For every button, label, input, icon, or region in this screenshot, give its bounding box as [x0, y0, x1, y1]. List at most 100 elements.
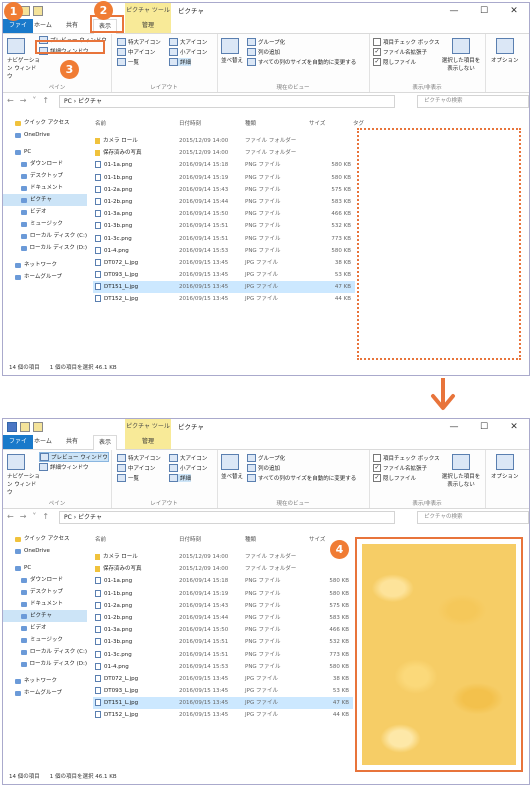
- group-button[interactable]: グループ化: [247, 38, 285, 46]
- hide-selected-button[interactable]: 選択した項目を 表示しない: [441, 38, 481, 72]
- file-row[interactable]: DT072_L.jpg 2016/09/15 13:45 JPG ファイル 38 KB: [93, 257, 355, 269]
- hide-selected-button[interactable]: 選択した項目を 表示しない: [441, 454, 481, 488]
- layout-extra_large-button[interactable]: 特大アイコン: [117, 38, 161, 46]
- file-row[interactable]: カメラ ロール 2015/12/09 14:00 ファイル フォルダー: [93, 551, 353, 563]
- group-button[interactable]: グループ化: [247, 454, 285, 462]
- column-header-name[interactable]: 名前: [95, 117, 106, 131]
- file-row[interactable]: DT093_L.jpg 2016/09/15 13:45 JPG ファイル 53 KB: [93, 685, 353, 697]
- sidebar-item[interactable]: ローカル ディスク (C:): [3, 230, 87, 242]
- file-row[interactable]: 01-1a.png 2016/09/14 15:18 PNG ファイル 580 KB: [93, 575, 353, 587]
- tab-1[interactable]: ホーム: [29, 19, 57, 33]
- address-path[interactable]: PC › ピクチャ: [59, 511, 395, 524]
- file-row[interactable]: 01-3c.png 2016/09/14 15:51 PNG ファイル 773 KB: [93, 649, 353, 661]
- sidebar-item[interactable]: デスクトップ: [3, 170, 87, 182]
- column-header-type[interactable]: 種類: [245, 533, 256, 547]
- options-button[interactable]: オプション: [491, 38, 519, 64]
- sidebar-item[interactable]: PC: [3, 562, 87, 574]
- file-row[interactable]: DT093_L.jpg 2016/09/15 13:45 JPG ファイル 53 KB: [93, 269, 355, 281]
- layout-large-button[interactable]: 大アイコン: [169, 454, 207, 462]
- hidden-checkbox[interactable]: ✓ 隠しファイル: [373, 58, 416, 66]
- file-ext-checkbox[interactable]: ✓ ファイル名拡張子: [373, 48, 427, 56]
- sidebar-item[interactable]: ホームグループ: [3, 271, 87, 283]
- sidebar-item[interactable]: ホームグループ: [3, 687, 87, 699]
- layout-list-button[interactable]: 一覧: [117, 474, 139, 482]
- file-row[interactable]: DT072_L.jpg 2016/09/15 13:45 JPG ファイル 38 KB: [93, 673, 353, 685]
- options-button[interactable]: オプション: [491, 454, 519, 480]
- sidebar-item[interactable]: ビデオ: [3, 622, 87, 634]
- file-row[interactable]: 01-2b.png 2016/09/14 15:44 PNG ファイル 583 KB: [93, 612, 353, 624]
- column-header-date[interactable]: 日付時刻: [179, 117, 201, 131]
- file-row[interactable]: 01-1a.png 2016/09/14 15:18 PNG ファイル 580 KB: [93, 159, 355, 171]
- sidebar-item[interactable]: OneDrive: [3, 545, 87, 557]
- file-row[interactable]: 01-2b.png 2016/09/14 15:44 PNG ファイル 583 KB: [93, 196, 355, 208]
- file-row[interactable]: 01-4.png 2016/09/14 15:53 PNG ファイル 580 KB: [93, 661, 353, 673]
- layout-medium-button[interactable]: 中アイコン: [117, 464, 155, 472]
- item-check-checkbox[interactable]: 項目チェック ボックス: [373, 454, 440, 462]
- sidebar-item[interactable]: ローカル ディスク (C:): [3, 646, 87, 658]
- file-row[interactable]: 01-3c.png 2016/09/14 15:51 PNG ファイル 773 KB: [93, 233, 355, 245]
- column-header-name[interactable]: 名前: [95, 533, 106, 547]
- search-input[interactable]: ピクチャの検索: [417, 511, 529, 524]
- file-row[interactable]: 01-3a.png 2016/09/14 15:50 PNG ファイル 466 KB: [93, 208, 355, 220]
- sidebar-item[interactable]: ピクチャ: [3, 610, 87, 622]
- column-header-type[interactable]: 種類: [245, 117, 256, 131]
- file-row[interactable]: DT152_L.jpg 2016/09/15 13:45 JPG ファイル 44 KB: [93, 709, 353, 721]
- file-row[interactable]: 01-4.png 2016/09/14 15:53 PNG ファイル 580 KB: [93, 245, 355, 257]
- sidebar-item[interactable]: ドキュメント: [3, 598, 87, 610]
- tab-2[interactable]: 共有: [61, 435, 83, 449]
- maximize-button[interactable]: ☐: [469, 419, 499, 435]
- up-arrow-icon[interactable]: ↑: [42, 96, 49, 105]
- layout-list-button[interactable]: 一覧: [117, 58, 139, 66]
- nav-pane-button[interactable]: ナビゲーション ウィンドウ: [7, 454, 41, 496]
- sidebar-item[interactable]: クイック アクセス: [3, 533, 87, 545]
- chevron-down-icon[interactable]: ˅: [32, 96, 36, 105]
- file-row[interactable]: カメラ ロール 2015/12/09 14:00 ファイル フォルダー: [93, 135, 355, 147]
- file-row[interactable]: DT152_L.jpg 2016/09/15 13:45 JPG ファイル 44 KB: [93, 293, 355, 305]
- column-header-date[interactable]: 日付時刻: [179, 533, 201, 547]
- file-row[interactable]: 01-3a.png 2016/09/14 15:50 PNG ファイル 466 KB: [93, 624, 353, 636]
- sidebar-item[interactable]: ミュージック: [3, 218, 87, 230]
- layout-small-button[interactable]: 小アイコン: [169, 48, 207, 56]
- sidebar-item[interactable]: ダウンロード: [3, 574, 87, 586]
- close-button[interactable]: ✕: [499, 419, 529, 435]
- sidebar-item[interactable]: ドキュメント: [3, 182, 87, 194]
- layout-medium-button[interactable]: 中アイコン: [117, 48, 155, 56]
- up-arrow-icon[interactable]: ↑: [42, 512, 49, 521]
- folder-icon[interactable]: [33, 422, 43, 432]
- layout-details-button[interactable]: 詳細: [169, 474, 192, 482]
- file-row[interactable]: 01-3b.png 2016/09/14 15:51 PNG ファイル 532 KB: [93, 636, 353, 648]
- hidden-checkbox[interactable]: ✓ 隠しファイル: [373, 474, 416, 482]
- file-row[interactable]: 01-1b.png 2016/09/14 15:19 PNG ファイル 580 KB: [93, 588, 353, 600]
- item-check-checkbox[interactable]: 項目チェック ボックス: [373, 38, 440, 46]
- address-path[interactable]: PC › ピクチャ: [59, 95, 395, 108]
- back-arrow-icon[interactable]: ←: [7, 96, 14, 105]
- tab-2[interactable]: 共有: [61, 19, 83, 33]
- minimize-button[interactable]: —: [439, 3, 469, 19]
- column-header-size[interactable]: サイズ: [309, 533, 325, 547]
- sidebar-item[interactable]: ビデオ: [3, 206, 87, 218]
- sidebar-item[interactable]: ローカル ディスク (D:): [3, 242, 87, 254]
- layout-small-button[interactable]: 小アイコン: [169, 464, 207, 472]
- search-input[interactable]: ピクチャの検索: [417, 95, 529, 108]
- sidebar-item[interactable]: ピクチャ: [3, 194, 87, 206]
- file-row[interactable]: 01-2a.png 2016/09/14 15:43 PNG ファイル 575 KB: [93, 600, 353, 612]
- sidebar-item[interactable]: ネットワーク: [3, 675, 87, 687]
- sidebar-item[interactable]: ミュージック: [3, 634, 87, 646]
- column-header-size[interactable]: サイズ: [309, 117, 325, 131]
- sidebar-item[interactable]: ローカル ディスク (D:): [3, 658, 87, 670]
- tab-4[interactable]: 管理: [125, 435, 171, 449]
- file-row[interactable]: 保存済みの写真 2015/12/09 14:00 ファイル フォルダー: [93, 563, 353, 575]
- sort-button[interactable]: 並べ替え: [221, 38, 243, 64]
- sidebar-item[interactable]: デスクトップ: [3, 586, 87, 598]
- forward-arrow-icon[interactable]: →: [20, 96, 27, 105]
- close-button[interactable]: ✕: [499, 3, 529, 19]
- tab-4[interactable]: 管理: [125, 19, 171, 33]
- add-col-button[interactable]: 列の追加: [247, 464, 280, 472]
- maximize-button[interactable]: ☐: [469, 3, 499, 19]
- file-row[interactable]: 保存済みの写真 2015/12/09 14:00 ファイル フォルダー: [93, 147, 355, 159]
- layout-large-button[interactable]: 大アイコン: [169, 38, 207, 46]
- layout-details-button[interactable]: 詳細: [169, 58, 192, 66]
- chevron-down-icon[interactable]: ˅: [32, 512, 36, 521]
- file-row[interactable]: 01-1b.png 2016/09/14 15:19 PNG ファイル 580 KB: [93, 172, 355, 184]
- tab-1[interactable]: ホーム: [29, 435, 57, 449]
